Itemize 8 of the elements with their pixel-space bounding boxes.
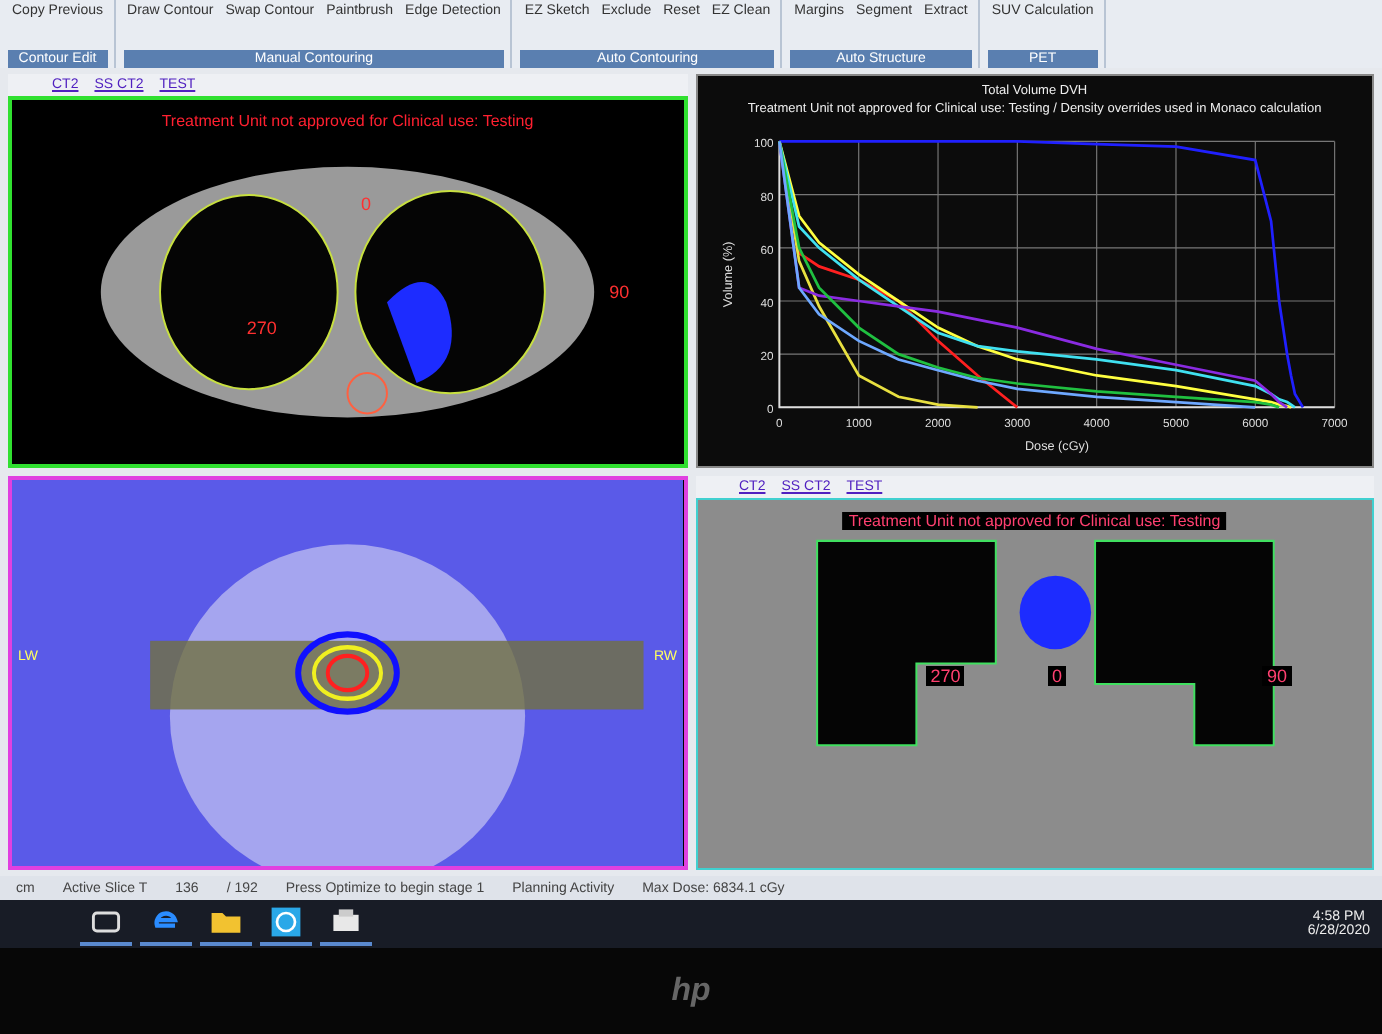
monitor-logo: hp bbox=[671, 973, 711, 1009]
warning-text: Treatment Unit not approved for Clinical use: Testing bbox=[842, 512, 1227, 530]
gantry-angle-label: 270 bbox=[926, 665, 965, 686]
warning-text: Treatment Unit not approved for Clinical use: Testing bbox=[159, 112, 536, 130]
gantry-angle-label: 270 bbox=[246, 318, 277, 339]
gantry-angle-label: 90 bbox=[609, 282, 630, 302]
gantry-angle-label: 0 bbox=[360, 194, 371, 215]
gantry-angle-label: 0 bbox=[1048, 665, 1067, 686]
